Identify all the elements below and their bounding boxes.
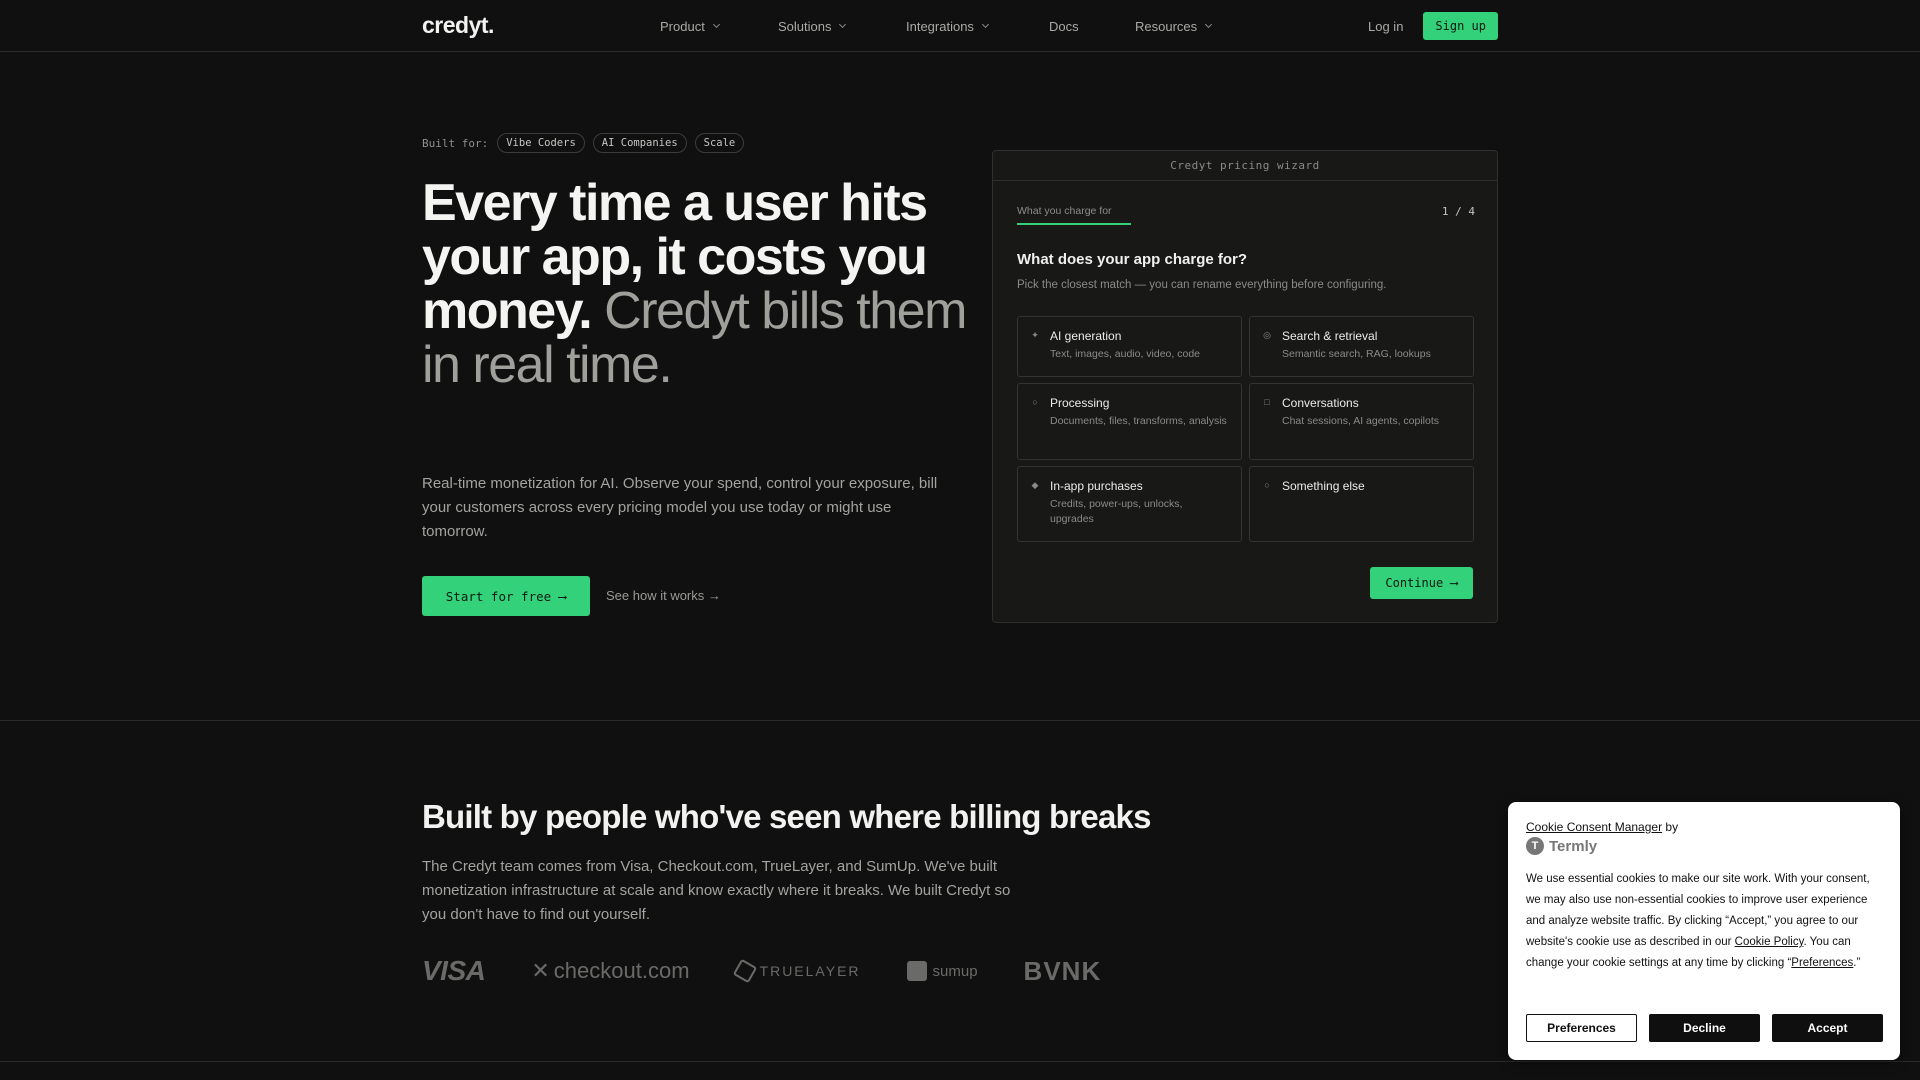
cookie-manager-link[interactable]: Cookie Consent Manager bbox=[1526, 820, 1662, 834]
bvnk-logo: BVNK bbox=[1023, 955, 1102, 986]
wizard-options: ✦ AI generation Text, images, audio, vid… bbox=[1017, 316, 1475, 542]
option-conversations[interactable]: □ Conversations Chat sessions, AI agents… bbox=[1249, 383, 1474, 460]
chevron-down-icon bbox=[981, 20, 989, 29]
sumup-mark-icon bbox=[906, 961, 927, 981]
visa-logo: VISA bbox=[422, 955, 486, 986]
option-desc: Credits, power-ups, unlocks, upgrades bbox=[1050, 498, 1183, 525]
truelayer-logo: TRUELAYER bbox=[732, 958, 861, 984]
chevron-down-icon bbox=[839, 20, 847, 29]
truelayer-wordmark: TRUELAYER bbox=[759, 963, 861, 979]
cookie-heading: Cookie Consent Manager by bbox=[1526, 820, 1882, 834]
section-divider bbox=[0, 1061, 1920, 1062]
login-link[interactable]: Log in bbox=[1368, 19, 1403, 34]
cookie-consent-banner: Cookie Consent Manager by T Termly We us… bbox=[1508, 802, 1900, 1060]
nav-resources[interactable]: Resources bbox=[1135, 18, 1213, 34]
wizard-tab-row: What you charge for 1 / 4 bbox=[1017, 205, 1475, 225]
option-desc: Documents, files, transforms, analysis bbox=[1050, 415, 1227, 427]
target-icon: ◎ bbox=[1263, 330, 1271, 340]
built-for-label: Built for: bbox=[422, 136, 489, 150]
option-desc: Semantic search, RAG, lookups bbox=[1282, 348, 1431, 360]
wizard-title: Credyt pricing wizard bbox=[993, 151, 1497, 181]
chevron-down-icon bbox=[1205, 20, 1213, 29]
top-nav: credyt. Product Solutions Integrations D… bbox=[0, 0, 1920, 52]
checkout-wordmark: checkout.com bbox=[553, 958, 690, 983]
chip-ai-companies[interactable]: AI Companies bbox=[592, 133, 687, 153]
nav-links: Product Solutions Integrations Docs Reso… bbox=[660, 0, 1213, 52]
chip-vibe-coders[interactable]: Vibe Coders bbox=[497, 133, 585, 153]
cookie-preferences-button[interactable]: Preferences bbox=[1526, 1014, 1637, 1042]
nav-actions: Log in Sign up bbox=[1368, 12, 1498, 40]
cookie-preferences-link[interactable]: Preferences bbox=[1791, 957, 1853, 969]
signup-button[interactable]: Sign up bbox=[1423, 12, 1498, 40]
wizard-question: What does your app charge for? bbox=[1017, 251, 1248, 268]
option-title: AI generation bbox=[1050, 329, 1122, 343]
nav-product[interactable]: Product bbox=[660, 19, 778, 34]
sparkle-icon: ✦ bbox=[1031, 330, 1039, 340]
wizard-step-counter: 1 / 4 bbox=[1441, 205, 1475, 218]
cookie-decline-button[interactable]: Decline bbox=[1649, 1014, 1760, 1042]
team-section-title: Built by people who've seen where billin… bbox=[422, 798, 1151, 835]
option-title: Conversations bbox=[1282, 396, 1359, 410]
nav-docs[interactable]: Docs bbox=[1049, 19, 1135, 34]
nav-solutions[interactable]: Solutions bbox=[778, 19, 906, 34]
termly-mark-icon: T bbox=[1526, 837, 1544, 855]
cookie-body: We use essential cookies to make our sit… bbox=[1526, 869, 1882, 974]
chip-scale[interactable]: Scale bbox=[694, 133, 745, 153]
nav-solutions-label: Solutions bbox=[778, 18, 832, 34]
cookie-policy-link[interactable]: Cookie Policy bbox=[1735, 936, 1804, 948]
nav-resources-label: Resources bbox=[1135, 18, 1198, 34]
nav-integrations-label: Integrations bbox=[906, 18, 974, 34]
diamond-icon: ◆ bbox=[1031, 480, 1039, 490]
termly-logo: T Termly bbox=[1526, 837, 1882, 855]
option-title: Something else bbox=[1282, 479, 1365, 493]
truelayer-mark-icon bbox=[732, 958, 757, 984]
pricing-wizard: Credyt pricing wizard What you charge fo… bbox=[992, 150, 1498, 623]
checkout-logo: ✕ checkout.com bbox=[531, 958, 689, 984]
hero-subtext: Real-time monetization for AI. Observe y… bbox=[422, 475, 938, 540]
section-divider bbox=[0, 720, 1920, 721]
nav-docs-label: Docs bbox=[1049, 18, 1079, 34]
hero-headline: Every time a user hits your app, it cost… bbox=[422, 176, 982, 392]
option-desc: Text, images, audio, video, code bbox=[1050, 348, 1201, 360]
circle-icon: ○ bbox=[1264, 480, 1270, 490]
cookie-text-3: .” bbox=[1853, 957, 1861, 969]
sumup-logo: sumup bbox=[906, 961, 978, 981]
option-something-else[interactable]: ○ Something else bbox=[1249, 466, 1474, 542]
checkout-mark-icon: ✕ bbox=[531, 958, 550, 983]
continue-button[interactable]: Continue ⟶ bbox=[1370, 567, 1473, 599]
square-icon: □ bbox=[1264, 397, 1270, 407]
option-in-app-purchases[interactable]: ◆ In-app purchases Credits, power-ups, u… bbox=[1017, 466, 1242, 542]
built-for-row: Built for: Vibe Coders AI Companies Scal… bbox=[422, 133, 745, 153]
nav-integrations[interactable]: Integrations bbox=[906, 19, 1049, 34]
cookie-buttons: Preferences Decline Accept bbox=[1526, 1014, 1883, 1042]
cookie-accept-button[interactable]: Accept bbox=[1772, 1014, 1883, 1042]
wizard-subtitle: Pick the closest match — you can rename … bbox=[1017, 279, 1387, 291]
circle-icon: ○ bbox=[1032, 397, 1038, 407]
cookie-by: by bbox=[1662, 820, 1679, 834]
option-title: Search & retrieval bbox=[1282, 329, 1378, 343]
termly-wordmark: Termly bbox=[1549, 837, 1598, 855]
option-desc: Chat sessions, AI agents, copilots bbox=[1282, 415, 1440, 427]
option-processing[interactable]: ○ Processing Documents, files, transform… bbox=[1017, 383, 1242, 460]
tab-what-you-charge[interactable]: What you charge for bbox=[1017, 205, 1131, 225]
team-section-text: The Credyt team comes from Visa, Checkou… bbox=[422, 858, 1011, 923]
credyt-logo[interactable]: credyt. bbox=[422, 12, 494, 39]
see-how-link[interactable]: See how it works → bbox=[606, 588, 721, 603]
option-search-retrieval[interactable]: ◎ Search & retrieval Semantic search, RA… bbox=[1249, 316, 1474, 377]
chevron-down-icon bbox=[712, 20, 720, 29]
partner-logos: VISA ✕ checkout.com TRUELAYER sumup BVNK bbox=[422, 955, 1101, 987]
sumup-wordmark: sumup bbox=[932, 962, 978, 980]
option-title: Processing bbox=[1050, 396, 1110, 410]
option-ai-generation[interactable]: ✦ AI generation Text, images, audio, vid… bbox=[1017, 316, 1242, 377]
nav-product-label: Product bbox=[660, 18, 705, 34]
start-free-button[interactable]: Start for free ⟶ bbox=[422, 576, 590, 616]
option-title: In-app purchases bbox=[1050, 479, 1143, 493]
